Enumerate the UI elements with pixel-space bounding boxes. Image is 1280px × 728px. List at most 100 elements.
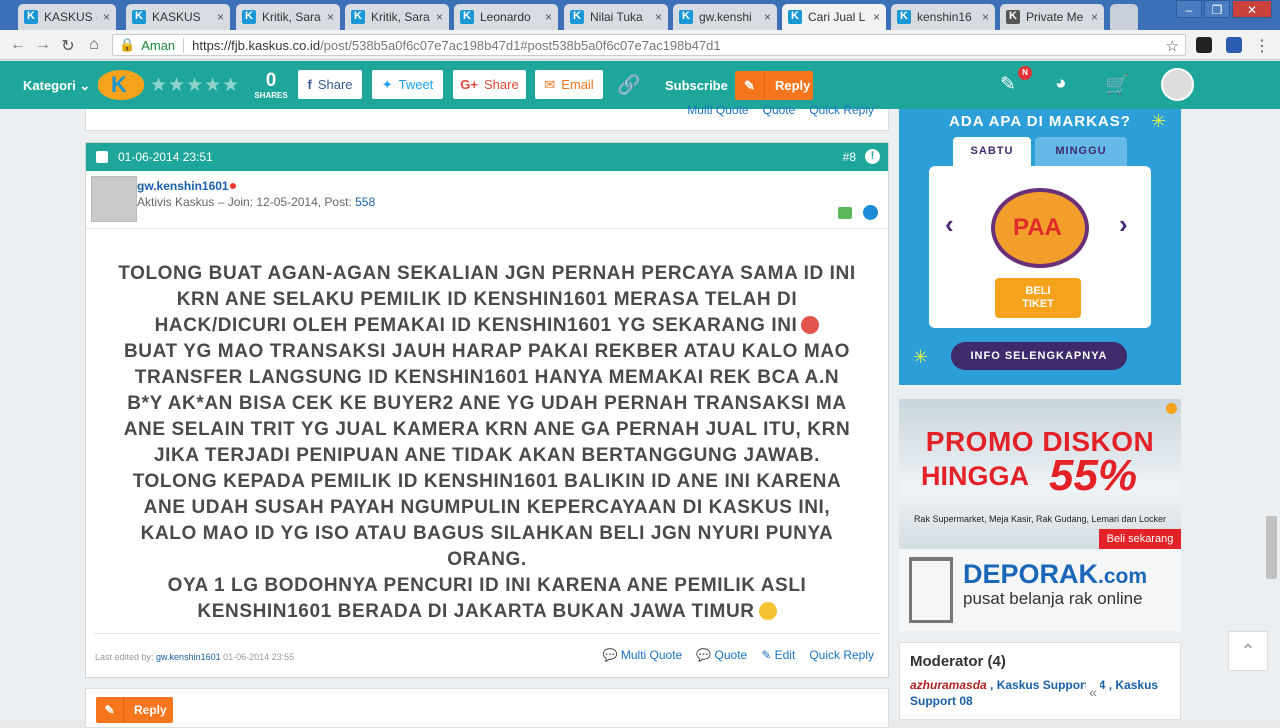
forward-icon[interactable]: →	[33, 36, 53, 54]
gplus-share-button[interactable]: G+ Share	[453, 70, 526, 99]
author-avatar[interactable]	[91, 176, 137, 222]
facebook-icon: f	[307, 77, 312, 92]
quick-reply-link[interactable]: Quick Reply	[809, 648, 874, 662]
post-footer: Last edited by: gw.kenshin1601 01-06-201…	[94, 633, 880, 673]
browser-tab[interactable]: Leonardo×	[454, 4, 558, 30]
post-author: gw.kenshin1601 Aktivis Kaskus – Join: 12…	[86, 171, 888, 229]
chevron-left-icon[interactable]: ‹	[945, 209, 954, 240]
extension-icon[interactable]	[1196, 37, 1212, 53]
bottom-reply-button[interactable]: ✎ Reply	[96, 697, 173, 723]
create-pencil-icon[interactable]: ✎	[1000, 73, 1016, 96]
notification-badge: N	[1018, 66, 1032, 80]
browser-tab-active[interactable]: Cari Jual L×	[782, 4, 886, 30]
menu-icon[interactable]: ⋮	[1252, 36, 1272, 56]
beli-tiket-button[interactable]: BELI TIKET	[995, 278, 1081, 318]
tab-minggu[interactable]: MINGGU	[1035, 137, 1127, 166]
quote-link[interactable]: Quote	[763, 103, 796, 117]
maximize-icon[interactable]: ❐	[1204, 0, 1230, 18]
last-edited: Last edited by: gw.kenshin1601 01-06-201…	[95, 652, 295, 662]
close-icon[interactable]: ×	[655, 10, 662, 24]
ad-info-icon[interactable]	[1166, 403, 1177, 414]
report-icon[interactable]: !	[865, 149, 880, 164]
ad-cta-button[interactable]: Beli sekarang	[1099, 529, 1181, 549]
user-avatar[interactable]	[1161, 68, 1194, 101]
browser-tab[interactable]: KASKUS -×	[18, 4, 116, 30]
multi-quote-link[interactable]: Multi Quote	[687, 103, 748, 117]
close-icon[interactable]: ×	[327, 10, 334, 24]
post-select-checkbox[interactable]	[96, 151, 108, 163]
kaskus-chat-icon[interactable]: ◕	[1055, 73, 1066, 95]
browser-tab[interactable]: gw.kenshi×	[673, 4, 777, 30]
event-logo[interactable]: PAA	[991, 188, 1089, 268]
envelope-icon: ✉	[544, 76, 556, 92]
reload-icon[interactable]: ↻	[58, 36, 78, 56]
back-icon[interactable]: ←	[8, 36, 28, 54]
home-icon[interactable]: ⌂	[84, 36, 104, 54]
markas-title: ADA APA DI MARKAS?	[949, 113, 1131, 130]
kaskus-favicon-icon	[570, 10, 584, 24]
lock-icon: 🔒	[119, 37, 136, 52]
kaskus-logo[interactable]	[98, 70, 144, 100]
tweet-button[interactable]: ✦ Tweet	[372, 70, 443, 99]
kaskus-toolbar: Kategori ⌄ ★★★★★ 0 SHARES fShare ✦Tweet …	[0, 61, 1280, 109]
cart-icon[interactable]: 🛒	[1105, 73, 1129, 97]
kaskus-favicon-icon	[788, 10, 802, 24]
reply-button[interactable]: ✎ Reply	[735, 71, 813, 100]
link-icon[interactable]: 🔗	[617, 73, 641, 97]
multi-quote-link[interactable]: 💬 Multi Quote	[603, 648, 683, 662]
facebook-share-button[interactable]: f Share	[298, 70, 362, 99]
close-icon[interactable]: ×	[545, 10, 552, 24]
close-icon[interactable]: ×	[982, 10, 989, 24]
browser-tab[interactable]: Nilai Tuka×	[564, 4, 668, 30]
quote-link[interactable]: 💬 Quote	[696, 648, 747, 662]
kaskus-favicon-icon	[24, 10, 38, 24]
scrollbar-thumb[interactable]	[1266, 516, 1277, 579]
new-tab-button[interactable]	[1110, 4, 1138, 30]
url-bar[interactable]: 🔒 Aman https://fjb.kaskus.co.id/post/538…	[112, 34, 1186, 56]
edit-icon: ✎	[761, 648, 772, 662]
back-to-top-button[interactable]: ⌃	[1228, 631, 1268, 671]
close-icon[interactable]: ×	[217, 10, 224, 24]
close-icon[interactable]: ×	[1091, 10, 1098, 24]
bookmark-star-icon[interactable]: ☆	[1166, 37, 1179, 55]
advertisement[interactable]: PROMO DISKON HINGGA 55% Rak Supermarket,…	[899, 399, 1181, 631]
rating-stars[interactable]: ★★★★★	[150, 74, 240, 97]
browser-tab[interactable]: Private Me×	[1000, 4, 1104, 30]
shelf-rack-icon	[909, 557, 953, 623]
security-label: Aman	[141, 37, 185, 53]
minimize-icon[interactable]: –	[1176, 0, 1202, 18]
kategori-menu[interactable]: Kategori ⌄	[23, 78, 90, 94]
close-icon[interactable]: ×	[873, 10, 880, 24]
info-selengkapnya-button[interactable]: INFO SELENGKAPNYA	[951, 342, 1127, 370]
tab-sabtu[interactable]: SABTU	[953, 137, 1031, 166]
chevron-right-icon[interactable]: ›	[1119, 209, 1128, 240]
close-icon[interactable]: ×	[436, 10, 443, 24]
kaskus-favicon-icon	[351, 10, 365, 24]
reply-bar: ✎ Reply	[85, 688, 889, 728]
browser-tab[interactable]: KASKUS×	[126, 4, 230, 30]
twitter-icon: ✦	[381, 76, 393, 92]
close-window-icon[interactable]: ✕	[1232, 0, 1272, 18]
event-logo-art: PAA	[1013, 214, 1062, 241]
pencil-icon: ✎	[96, 697, 124, 723]
close-icon[interactable]: ×	[764, 10, 771, 24]
online-status-icon	[230, 183, 236, 189]
quick-reply-link[interactable]: Quick Reply	[809, 103, 874, 117]
post-number[interactable]: #8	[843, 150, 856, 164]
comment-icon: 💬	[696, 648, 712, 662]
extension-icon[interactable]	[1226, 37, 1242, 53]
browser-tab[interactable]: Kritik, Sara×	[345, 4, 449, 30]
post-header: 01-06-2014 23:51 #8 !	[86, 143, 888, 171]
close-icon[interactable]: ×	[103, 10, 110, 24]
author-username[interactable]: gw.kenshin1601	[137, 179, 229, 193]
browser-tab[interactable]: Kritik, Sara×	[236, 4, 340, 30]
collapse-sidebar-icon[interactable]: «	[1086, 672, 1100, 712]
edit-link[interactable]: ✎ Edit	[761, 648, 795, 662]
address-bar-row: ← → ↻ ⌂ 🔒 Aman https://fjb.kaskus.co.id/…	[0, 30, 1280, 60]
badge-icon	[838, 207, 852, 219]
chevron-down-icon: ⌄	[79, 78, 91, 93]
comments-icon: 💬	[602, 648, 618, 662]
subscribe-button[interactable]: Subscribe	[665, 78, 728, 93]
email-share-button[interactable]: ✉ Email	[535, 70, 603, 99]
browser-tab[interactable]: kenshin16×	[891, 4, 995, 30]
